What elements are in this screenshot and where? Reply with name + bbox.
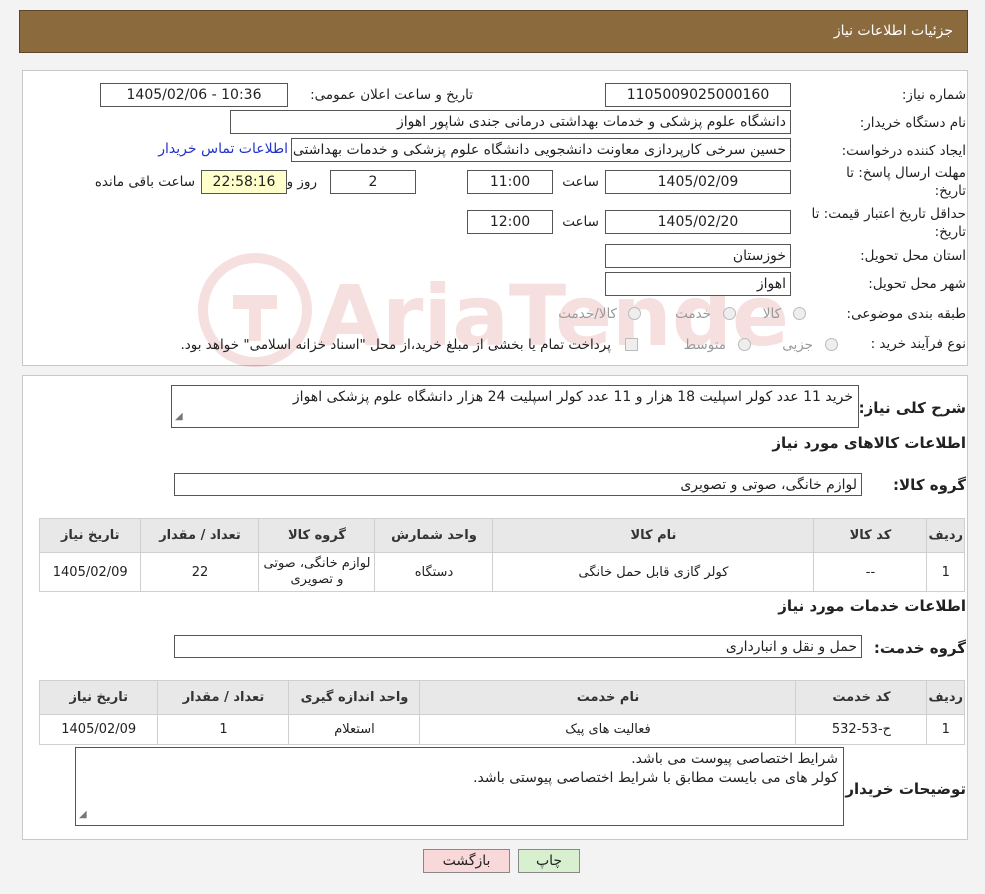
days-label: روز و — [286, 174, 317, 190]
city-field: اهواز — [605, 272, 791, 296]
services-table: ردیف کد خدمت نام خدمت واحد اندازه گیری ت… — [38, 680, 965, 745]
announce-label: تاریخ و ساعت اعلان عمومی: — [310, 87, 473, 103]
print-button[interactable]: چاپ — [518, 849, 580, 873]
col-measure-unit: واحد اندازه گیری — [288, 680, 421, 715]
remaining-time-field: 22:58:16 — [201, 170, 287, 194]
buyer-notes-line-2: کولر های می بایست مطابق با شرایط اختصاصی… — [473, 770, 838, 786]
remaining-time-label: ساعت باقی مانده — [94, 174, 195, 190]
resize-grip-icon: ◢ — [79, 809, 87, 820]
province-label: استان محل تحویل: — [860, 248, 966, 264]
price-date-field: 1405/02/20 — [605, 210, 791, 234]
col-quantity: تعداد / مقدار — [140, 518, 260, 553]
category-option-service: خدمت — [675, 306, 711, 322]
category-radio-goods-service[interactable] — [628, 307, 641, 320]
creator-field: حسین سرخی کارپردازی معاونت دانشجویی دانش… — [291, 138, 791, 162]
cell-quantity: 22 — [140, 552, 260, 592]
page-title: جزئیات اطلاعات نیاز — [833, 23, 953, 39]
need-number-field: 1105009025000160 — [605, 83, 791, 107]
process-radio-medium[interactable] — [738, 338, 751, 351]
col-need-date: تاریخ نیاز — [38, 680, 159, 715]
reply-deadline-label: مهلت ارسال پاسخ: تا — [846, 165, 966, 181]
process-option-medium: متوسط — [683, 337, 726, 353]
buyer-notes-field: شرایط اختصاصی پیوست می باشد. کولر های می… — [75, 747, 844, 826]
cell-need-date: 1405/02/09 — [38, 714, 159, 745]
cell-quantity: 1 — [157, 714, 290, 745]
creator-label: ایجاد کننده درخواست: — [841, 143, 966, 159]
description-label: شرح کلی نیاز: — [858, 399, 966, 417]
cell-unit: دستگاه — [374, 552, 494, 592]
table-row: 1 -- کولر گازی قابل حمل خانگی دستگاه لوا… — [38, 552, 965, 592]
col-goods-group: گروه کالا — [258, 518, 376, 553]
process-radio-minor[interactable] — [825, 338, 838, 351]
cell-row: 1 — [926, 552, 965, 592]
price-validity-label: حداقل تاریخ اعتبار قیمت: تا — [811, 206, 966, 222]
page-header: جزئیات اطلاعات نیاز — [19, 10, 968, 53]
col-service-code: کد خدمت — [795, 680, 928, 715]
price-date-label: تاریخ: — [934, 224, 966, 240]
buyer-label: نام دستگاه خریدار: — [859, 115, 966, 131]
cell-goods-code: -- — [813, 552, 928, 592]
category-option-goods-service: کالا/خدمت — [558, 306, 617, 322]
services-section-title: اطلاعات خدمات مورد نیاز — [778, 597, 966, 615]
goods-group-field: لوازم خانگی، صوتی و تصویری — [174, 473, 862, 496]
col-goods-code: کد کالا — [813, 518, 928, 553]
cell-row: 1 — [926, 714, 965, 745]
buyer-contact-link[interactable]: اطلاعات تماس خریدار — [158, 141, 288, 157]
description-text: خرید 11 عدد کولر اسپلیت 18 هزار و 11 عدد… — [292, 389, 853, 405]
goods-table: ردیف کد کالا نام کالا واحد شمارش گروه کا… — [38, 518, 965, 592]
col-unit: واحد شمارش — [374, 518, 494, 553]
category-radio-service[interactable] — [723, 307, 736, 320]
reply-time-label: ساعت — [562, 174, 599, 190]
announce-field: 1405/02/06 - 10:36 — [100, 83, 288, 107]
buyer-field: دانشگاه علوم پزشکی و خدمات بهداشتی درمان… — [230, 110, 791, 134]
cell-service-name: فعالیت های پیک — [419, 714, 797, 745]
col-quantity: تعداد / مقدار — [157, 680, 290, 715]
reply-date-label: تاریخ: — [934, 183, 966, 199]
service-group-field: حمل و نقل و انبارداری — [174, 635, 862, 658]
cell-service-code: ح-53-532 — [795, 714, 928, 745]
resize-grip-icon: ◢ — [175, 411, 183, 422]
goods-table-header: ردیف کد کالا نام کالا واحد شمارش گروه کا… — [38, 518, 965, 553]
goods-group-label: گروه کالا: — [893, 476, 966, 494]
category-option-goods: کالا — [762, 306, 781, 322]
buyer-notes-label: توضیحات خریدار: — [839, 780, 966, 798]
cell-measure-unit: استعلام — [288, 714, 421, 745]
process-label: نوع فرآیند خرید : — [870, 336, 966, 352]
col-need-date: تاریخ نیاز — [38, 518, 142, 553]
goods-section-title: اطلاعات کالاهای مورد نیاز — [772, 434, 966, 452]
price-time-field: 12:00 — [467, 210, 553, 234]
process-option-minor: جزیی — [782, 337, 813, 353]
reply-time-field: 11:00 — [467, 170, 553, 194]
description-field: خرید 11 عدد کولر اسپلیت 18 هزار و 11 عدد… — [171, 385, 859, 428]
buyer-notes-line-1: شرایط اختصاصی پیوست می باشد. — [631, 751, 838, 767]
col-row: ردیف — [926, 680, 965, 715]
city-label: شهر محل تحویل: — [868, 276, 966, 292]
price-time-label: ساعت — [562, 214, 599, 230]
days-field: 2 — [330, 170, 416, 194]
treasury-note: پرداخت تمام یا بخشی از مبلغ خرید،از محل … — [180, 337, 611, 353]
cell-need-date: 1405/02/09 — [38, 552, 142, 592]
category-radio-goods[interactable] — [793, 307, 806, 320]
service-group-label: گروه خدمت: — [873, 639, 966, 657]
province-field: خوزستان — [605, 244, 791, 268]
back-button[interactable]: بازگشت — [423, 849, 510, 873]
services-table-header: ردیف کد خدمت نام خدمت واحد اندازه گیری ت… — [38, 680, 965, 715]
need-number-label: شماره نیاز: — [901, 87, 966, 103]
category-label: طبقه بندی موضوعی: — [846, 306, 966, 322]
reply-date-field: 1405/02/09 — [605, 170, 791, 194]
cell-goods-name: کولر گازی قابل حمل خانگی — [492, 552, 815, 592]
table-row: 1 ح-53-532 فعالیت های پیک استعلام 1 1405… — [38, 714, 965, 745]
cell-goods-group: لوازم خانگی، صوتی و تصویری — [258, 552, 376, 592]
col-row: ردیف — [926, 518, 965, 553]
col-goods-name: نام کالا — [492, 518, 815, 553]
treasury-checkbox[interactable] — [625, 338, 638, 351]
col-service-name: نام خدمت — [419, 680, 797, 715]
